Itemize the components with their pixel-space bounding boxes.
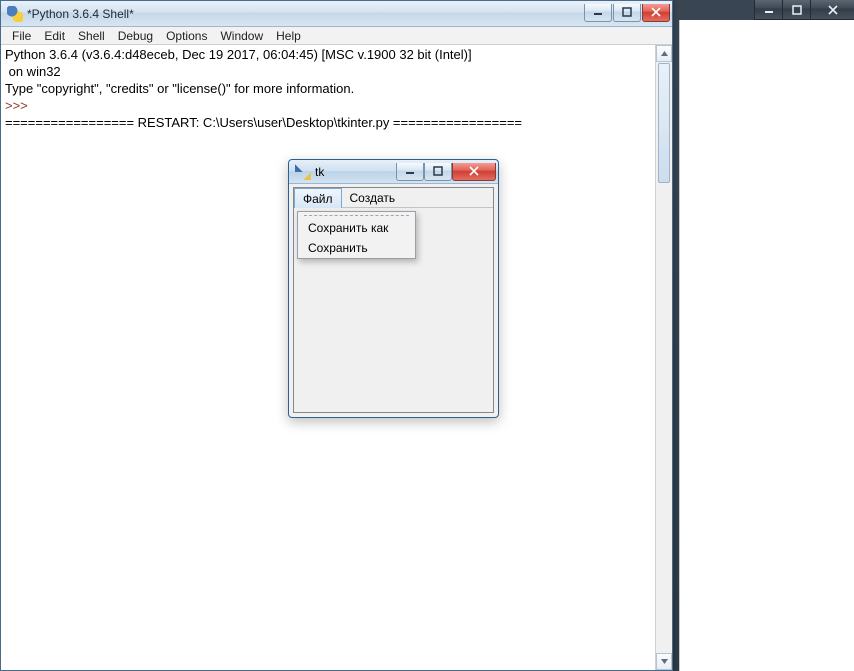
menu-options[interactable]: Options [161, 29, 212, 43]
outer-close-button[interactable] [810, 0, 854, 20]
shell-title-bar[interactable]: *Python 3.6.4 Shell* [1, 1, 672, 27]
menu-item-save-as[interactable]: Сохранить как [298, 218, 415, 238]
menu-item-save[interactable]: Сохранить [298, 238, 415, 258]
outer-minimize-button[interactable] [754, 0, 782, 20]
shell-output: Python 3.6.4 (v3.6.4:d48eceb, Dec 19 201… [5, 47, 654, 132]
shell-prompt: >>> [5, 98, 31, 113]
tk-close-button[interactable] [452, 163, 496, 181]
tk-window-title: tk [315, 165, 324, 179]
tk-maximize-button[interactable] [424, 163, 452, 181]
tk-title-bar[interactable]: tk [289, 160, 498, 184]
tk-menu-create[interactable]: Создать [342, 188, 404, 207]
tk-file-dropdown: Сохранить как Сохранить [297, 211, 416, 259]
menu-file[interactable]: File [7, 29, 36, 43]
shell-vertical-scrollbar[interactable] [655, 45, 672, 670]
tk-feather-icon [295, 164, 311, 180]
tk-menu-bar: Файл Создать [294, 188, 493, 208]
shell-minimize-button[interactable] [584, 4, 612, 22]
scrollbar-thumb[interactable] [658, 63, 670, 183]
shell-window-title: *Python 3.6.4 Shell* [27, 7, 134, 21]
tk-window: tk Файл Создать Сохранить к [288, 159, 499, 418]
shell-maximize-button[interactable] [613, 4, 641, 22]
right-blank-pane [679, 20, 854, 671]
menu-help[interactable]: Help [271, 29, 306, 43]
menu-window[interactable]: Window [215, 29, 268, 43]
python-icon [7, 6, 23, 22]
scroll-up-arrow-icon[interactable] [656, 45, 672, 62]
tk-menu-file[interactable]: Файл [294, 188, 342, 208]
menu-shell[interactable]: Shell [73, 29, 110, 43]
scroll-down-arrow-icon[interactable] [656, 653, 672, 670]
shell-close-button[interactable] [642, 4, 670, 22]
outer-window-controls [754, 0, 854, 20]
shell-restart-line: ================= RESTART: C:\Users\user… [5, 115, 522, 130]
tk-minimize-button[interactable] [396, 163, 424, 181]
outer-maximize-button[interactable] [782, 0, 810, 20]
shell-menu-bar: File Edit Shell Debug Options Window Hel… [1, 27, 672, 45]
menu-debug[interactable]: Debug [113, 29, 158, 43]
menu-edit[interactable]: Edit [39, 29, 70, 43]
